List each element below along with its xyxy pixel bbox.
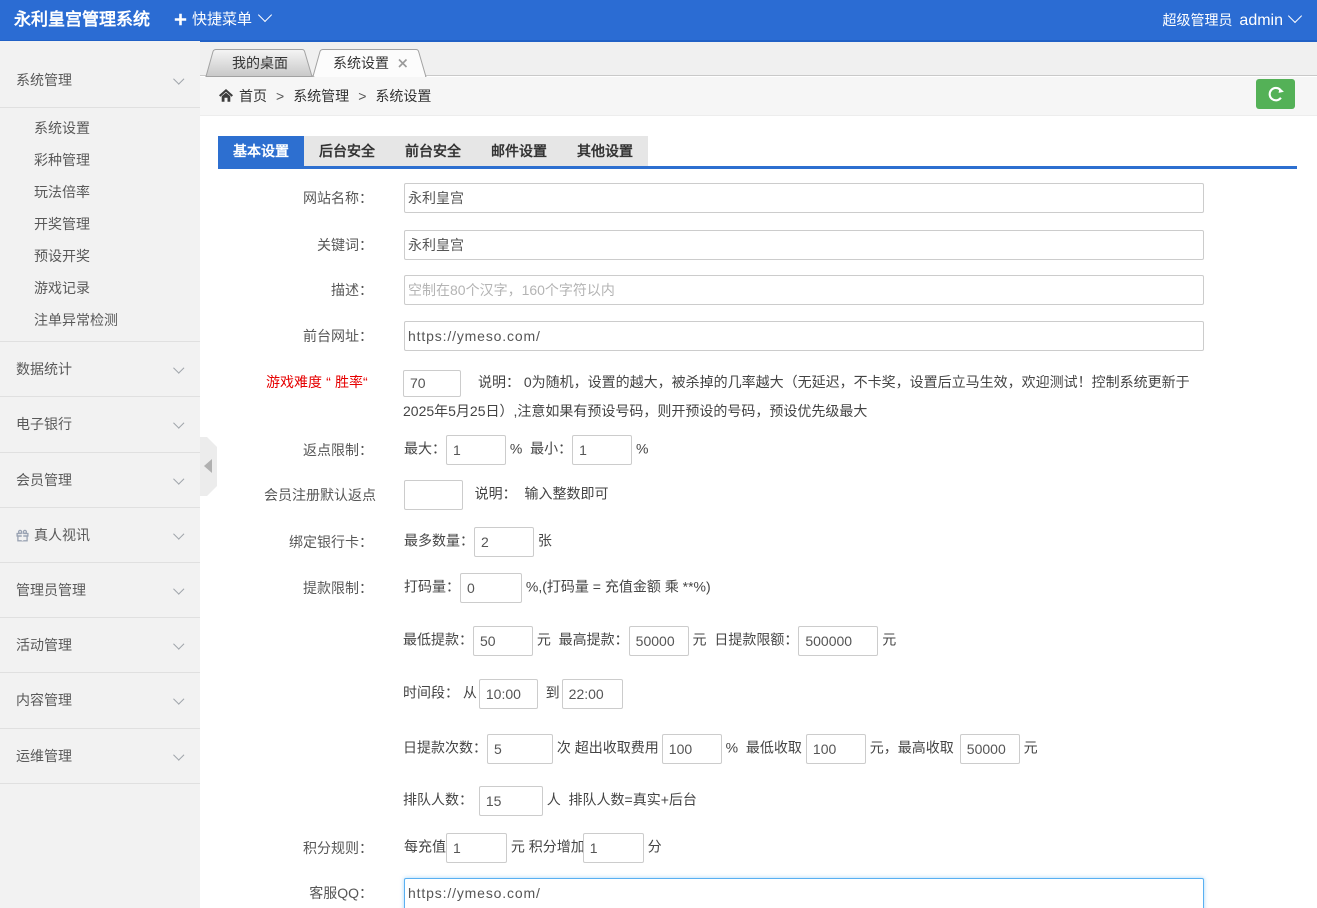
- svg-text:系统设置: 系统设置: [333, 55, 389, 71]
- svg-text:我的桌面: 我的桌面: [232, 55, 288, 71]
